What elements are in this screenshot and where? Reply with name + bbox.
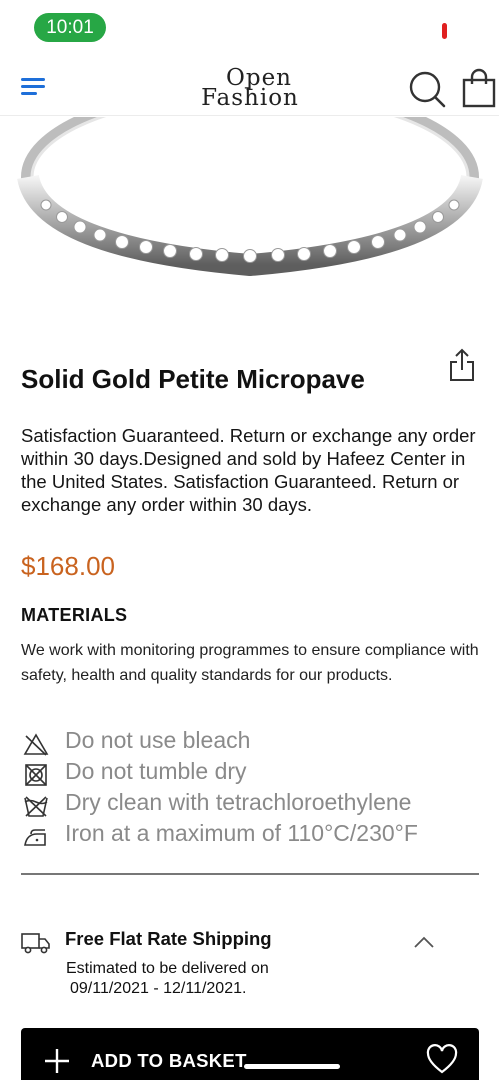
chevron-up-icon[interactable] bbox=[413, 935, 435, 949]
search-icon[interactable] bbox=[408, 70, 446, 108]
product-title-row: Solid Gold Petite Micropave bbox=[21, 348, 481, 408]
care-item: Dry clean with tetrachloroethylene bbox=[21, 788, 491, 819]
status-time: 10:01 bbox=[34, 13, 106, 42]
add-to-basket-label: ADD TO BASKET bbox=[91, 1050, 247, 1071]
materials-heading: MATERIALS bbox=[21, 605, 128, 625]
shipping-date-range: 09/11/2021 - 12/11/2021. bbox=[70, 980, 247, 997]
care-label: Dry clean with tetrachloroethylene bbox=[65, 789, 412, 815]
care-item: Do not use bleach bbox=[21, 726, 491, 757]
truck-icon bbox=[21, 933, 50, 954]
shipping-estimate-label: Estimated to be delivered on bbox=[66, 960, 269, 977]
product-title: Solid Gold Petite Micropave bbox=[21, 364, 365, 394]
section-divider bbox=[21, 873, 479, 875]
materials-text: We work with monitoring programmes to en… bbox=[21, 642, 479, 684]
ring-image bbox=[17, 117, 483, 277]
recording-indicator bbox=[442, 23, 447, 39]
product-image bbox=[0, 117, 499, 327]
shopping-bag-icon[interactable] bbox=[461, 68, 497, 108]
home-indicator[interactable] bbox=[244, 1064, 340, 1069]
care-label: Do not tumble dry bbox=[65, 758, 247, 784]
product-description: Satisfaction Guaranteed. Return or excha… bbox=[21, 425, 476, 515]
share-icon[interactable] bbox=[447, 348, 477, 382]
plus-icon bbox=[45, 1049, 69, 1073]
iron-icon bbox=[24, 829, 46, 846]
shipping-section[interactable]: Free Flat Rate Shipping Estimated to be … bbox=[21, 925, 481, 1005]
no-tumble-dry-icon bbox=[25, 764, 47, 786]
app-logo[interactable]: Open Fashion bbox=[198, 67, 302, 111]
no-bleach-icon bbox=[23, 733, 49, 756]
menu-icon[interactable] bbox=[21, 78, 45, 96]
logo-line2: Fashion bbox=[201, 85, 299, 111]
care-instructions: Do not use bleach Do not tumble dry Dry … bbox=[21, 726, 491, 850]
care-item: Do not tumble dry bbox=[21, 757, 491, 788]
care-label: Iron at a maximum of 110°C/230°F bbox=[65, 820, 418, 846]
heart-icon[interactable] bbox=[426, 1044, 458, 1076]
care-item: Iron at a maximum of 110°C/230°F bbox=[21, 819, 491, 850]
dry-clean-icon bbox=[24, 796, 48, 817]
shipping-title: Free Flat Rate Shipping bbox=[65, 928, 272, 949]
product-price: $168.00 bbox=[21, 551, 115, 581]
top-nav: Open Fashion bbox=[0, 56, 499, 116]
status-bar: 10:01 bbox=[0, 0, 499, 56]
care-label: Do not use bleach bbox=[65, 727, 251, 753]
add-to-basket-button[interactable]: ADD TO BASKET bbox=[21, 1028, 479, 1080]
